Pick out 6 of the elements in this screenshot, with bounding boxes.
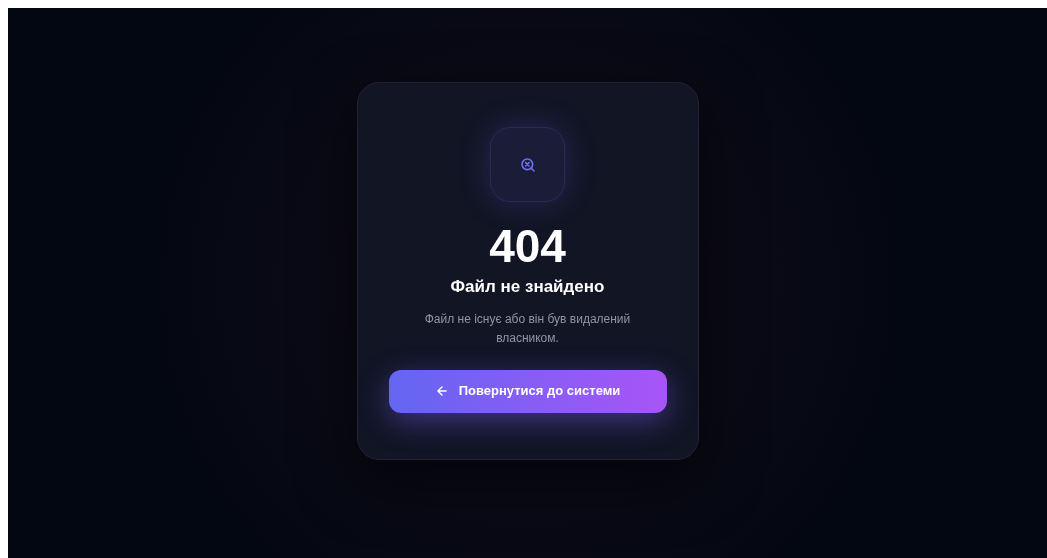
- arrow-left-icon: [434, 384, 449, 398]
- search-x-icon: [519, 156, 536, 173]
- error-title: Файл не знайдено: [450, 276, 605, 298]
- error-message: Файл не існує або він був видалений власником.: [423, 310, 632, 347]
- error-code: 404: [489, 220, 566, 272]
- back-button[interactable]: Повернутися до системи: [388, 369, 667, 413]
